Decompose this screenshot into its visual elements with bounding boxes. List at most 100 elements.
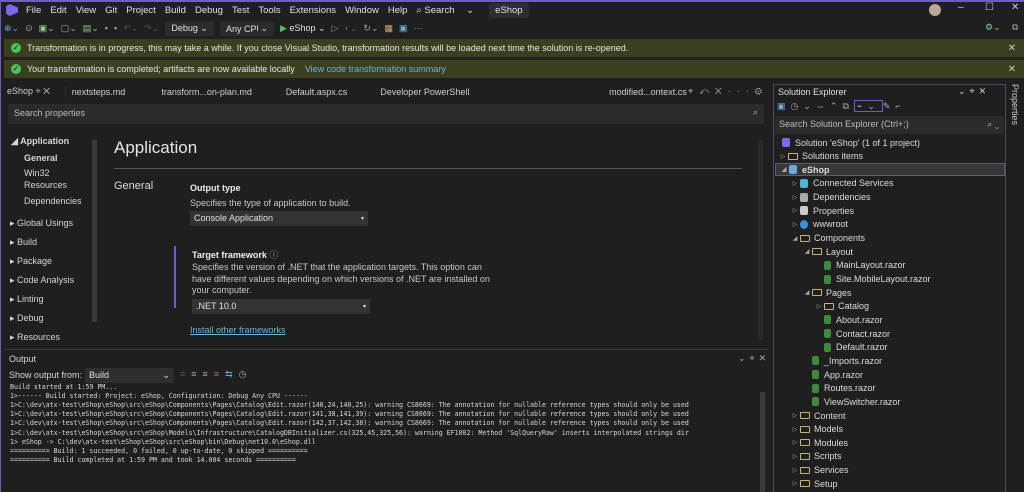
expand-arrow-icon[interactable]: ▷: [790, 207, 800, 214]
nav-general[interactable]: General: [24, 153, 58, 163]
tree-item[interactable]: Solution 'eShop' (1 of 1 project): [775, 136, 1005, 149]
output-source-dropdown[interactable]: Build ⌄: [85, 368, 174, 383]
menu-extensions[interactable]: Extensions: [290, 5, 336, 16]
expand-arrow-icon[interactable]: ▷: [790, 426, 800, 433]
search-properties-input[interactable]: Search properties ⌕: [8, 104, 764, 124]
redo-icon[interactable]: ↷⌄: [144, 23, 159, 34]
menu-tools[interactable]: Tools: [258, 5, 280, 16]
maximize-icon[interactable]: ☐: [985, 2, 994, 13]
solution-folder-icon[interactable]: ▦: [385, 23, 394, 34]
clear-all-icon[interactable]: ≡: [214, 369, 225, 379]
menu-window[interactable]: Window: [345, 5, 379, 16]
navigate-forward-icon[interactable]: ⊙: [25, 23, 33, 34]
tree-item[interactable]: Default.razor: [775, 341, 1005, 354]
tab-default-aspx-cs[interactable]: Default.aspx.cs: [280, 87, 375, 97]
word-wrap-icon[interactable]: ⇆: [225, 369, 239, 379]
tree-item[interactable]: ▷ Services: [775, 464, 1005, 477]
nav-win32[interactable]: Win32: [24, 168, 50, 178]
copilot-status-icon[interactable]: ⚙⌄: [985, 22, 1001, 33]
expand-arrow-icon[interactable]: ▷: [790, 221, 800, 228]
tree-item[interactable]: ◢ Components: [775, 232, 1005, 245]
search-button[interactable]: ⌕ Search ⌄: [416, 5, 474, 16]
solution-explorer-controls[interactable]: ⌄⌖✕: [958, 86, 990, 97]
show-all-files-icon[interactable]: ⧉: [842, 101, 853, 111]
close-window-icon[interactable]: ✕: [1011, 2, 1019, 13]
tree-item[interactable]: Routes.razor: [775, 382, 1005, 395]
install-frameworks-link[interactable]: Install other frameworks: [190, 325, 286, 335]
nav-code-analysis[interactable]: ▸ Code Analysis: [10, 275, 74, 286]
tree-item[interactable]: ▷ Connected Services: [775, 177, 1005, 190]
menu-view[interactable]: View: [76, 5, 96, 16]
expand-arrow-icon[interactable]: ▷: [790, 194, 800, 201]
expand-arrow-icon[interactable]: ▷: [790, 480, 800, 487]
next-message-icon[interactable]: ≡: [203, 369, 214, 379]
prev-message-icon[interactable]: ≡: [191, 369, 202, 379]
platform-dropdown[interactable]: Any CPU ⌄: [219, 20, 274, 36]
tree-item[interactable]: ▷ wwwroot: [775, 218, 1005, 231]
configuration-dropdown[interactable]: Debug ⌄: [165, 20, 214, 36]
tree-item[interactable]: ◢ Layout: [775, 245, 1005, 258]
output-scrollbar[interactable]: [760, 392, 765, 492]
tree-item[interactable]: ▷ Catalog: [775, 300, 1005, 313]
tab-developer-powershell[interactable]: Developer PowerShell: [374, 87, 603, 97]
output-type-dropdown[interactable]: Console Application ▾: [190, 211, 368, 226]
tab-transformation-plan[interactable]: transform...on-plan.md: [155, 87, 279, 97]
nav-build[interactable]: ▸ Build: [10, 237, 37, 248]
save-icon[interactable]: ▪: [105, 23, 108, 33]
nav-global-usings[interactable]: ▸ Global Usings: [10, 218, 73, 229]
pin-icon[interactable]: ⌖: [36, 86, 41, 96]
preview-icon[interactable]: ⌐: [895, 101, 905, 111]
tree-item[interactable]: Contact.razor: [775, 327, 1005, 340]
tree-item[interactable]: _Imports.razor: [775, 354, 1005, 367]
sync-icon[interactable]: ⇔: [816, 101, 830, 111]
window-layout-icon[interactable]: ▣: [399, 23, 408, 34]
tab-eshop[interactable]: eShop ⌖ ✕: [4, 86, 66, 97]
tree-item[interactable]: ▷ Modules: [775, 436, 1005, 449]
tab-actions-icons[interactable]: ⌖↶✕···⚙: [688, 86, 768, 97]
tree-item[interactable]: ▷ Models: [775, 423, 1005, 436]
start-without-debugging-icon[interactable]: ▷: [332, 23, 339, 34]
help-icon[interactable]: ⓘ: [269, 250, 278, 260]
menu-file[interactable]: File: [26, 5, 41, 16]
search-solution-explorer-input[interactable]: Search Solution Explorer (Ctrl+;) ⌕ ⌄: [775, 116, 1004, 134]
tree-item[interactable]: ▷ Setup: [775, 477, 1005, 490]
expand-arrow-icon[interactable]: ▷: [790, 180, 800, 187]
tree-item[interactable]: ▷ Dependencies: [775, 191, 1005, 204]
close-tab-icon[interactable]: ✕: [43, 86, 50, 96]
save-all-icon[interactable]: ▪: [114, 23, 117, 33]
switch-views-icon[interactable]: ▣: [777, 101, 791, 111]
tab-modified-context[interactable]: modified...ontext.cs: [603, 87, 688, 97]
tab-nextsteps[interactable]: nextsteps.md: [66, 87, 156, 97]
target-framework-dropdown[interactable]: .NET 10.0 ▾: [192, 299, 370, 314]
open-icon[interactable]: ▢⌄: [61, 23, 77, 34]
menu-build[interactable]: Build: [165, 5, 186, 16]
hot-reload-icon[interactable]: ◐⌄: [344, 23, 357, 34]
menu-help[interactable]: Help: [388, 5, 408, 16]
tree-item[interactable]: ▷ Solutions items: [775, 150, 1005, 163]
menu-git[interactable]: Git: [105, 5, 117, 16]
tree-item[interactable]: ▷ Scripts: [775, 450, 1005, 463]
nav-application[interactable]: ◢ Application: [11, 136, 69, 147]
nav-win32-resources[interactable]: Resources: [24, 180, 67, 190]
add-item-icon[interactable]: ▤⌄: [83, 23, 99, 34]
menu-edit[interactable]: Edit: [50, 5, 66, 16]
view-summary-link[interactable]: View code transformation summary: [305, 64, 446, 74]
expand-arrow-icon[interactable]: ▷: [790, 412, 800, 419]
live-share-icon[interactable]: ⧉: [1012, 22, 1018, 33]
user-avatar[interactable]: [929, 4, 941, 16]
tree-item[interactable]: ◢ Pages: [775, 286, 1005, 299]
expand-arrow-icon[interactable]: ▷: [790, 467, 800, 474]
menu-test[interactable]: Test: [232, 5, 249, 16]
find-message-icon[interactable]: ≡: [180, 369, 191, 379]
collapse-arrow-icon[interactable]: ◢: [790, 235, 800, 242]
nav-package[interactable]: ▸ Package: [10, 256, 52, 267]
tree-item[interactable]: ▷ Content: [775, 409, 1005, 422]
tree-item[interactable]: About.razor: [775, 313, 1005, 326]
tree-item[interactable]: MainLayout.razor: [775, 259, 1005, 272]
properties-side-tab[interactable]: Properties: [1010, 84, 1020, 125]
filter-icon[interactable]: ⌁⌄: [853, 100, 883, 112]
navigate-back-icon[interactable]: ⊕⌄: [4, 23, 19, 34]
start-debugging-button[interactable]: ▶ eShop ⌄: [280, 23, 326, 34]
menu-project[interactable]: Project: [126, 5, 156, 16]
content-scrollbar[interactable]: [758, 140, 763, 340]
